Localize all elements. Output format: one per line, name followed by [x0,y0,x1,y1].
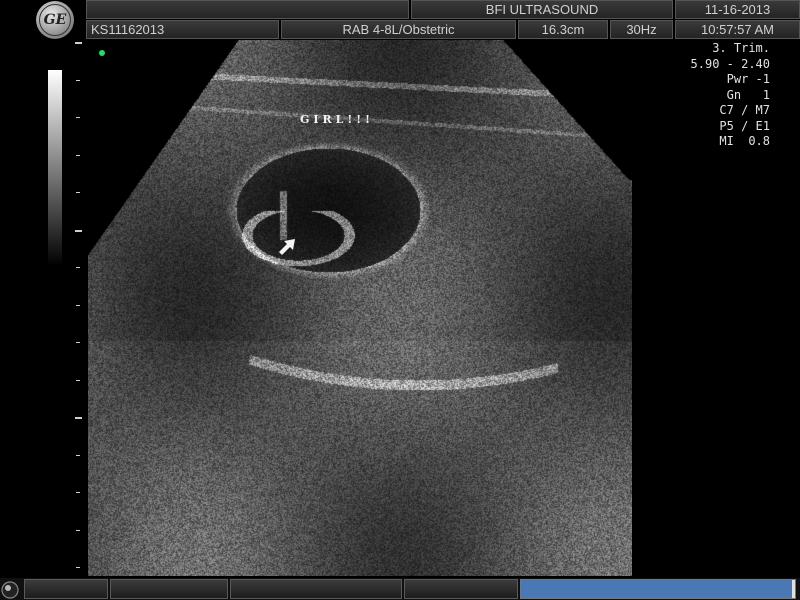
depth-tick [76,267,80,268]
probe-preset: RAB 4-8L/Obstetric [281,20,516,39]
depth-tick [76,454,80,456]
softkey-3[interactable] [230,579,402,599]
scan-parameters: 3. Trim. 5.90 - 2.40 Pwr -1 Gn 1 C7 / M7… [691,41,770,150]
depth-tick [75,229,82,232]
depth-readout: 16.3cm [518,20,608,39]
param-gain: Gn 1 [726,87,770,102]
ge-logo-icon: GE [36,1,74,39]
softkey-4[interactable] [404,579,518,599]
annotation-text[interactable]: GIRL!!! [300,113,374,126]
depth-tick [76,379,80,381]
exam-time: 10:57:57 AM [675,20,800,39]
depth-tick [76,567,80,568]
depth-tick [76,304,80,306]
depth-tick [76,79,80,81]
progress-fill [521,580,793,598]
depth-tick [76,117,80,118]
depth-tick [76,154,80,156]
arrow-pointer-icon[interactable] [278,238,296,256]
depth-tick [76,342,80,343]
probe-orientation-indicator [99,50,105,56]
depth-tick [75,417,82,419]
depth-tick [76,492,80,493]
softkey-2[interactable] [110,579,228,599]
progress-bar [520,579,796,599]
patient-id: KS11162013 [86,20,279,39]
header-blank-cell [86,0,409,19]
param-map: C7 / M7 [719,103,770,117]
softkey-1[interactable] [24,579,108,599]
depth-tick [76,192,80,193]
logo-text: GE [39,4,71,36]
depth-tick [75,42,82,44]
grayscale-bar [48,70,62,266]
param-frequency: 5.90 - 2.40 [690,56,770,71]
depth-tick [76,529,80,531]
exam-date: 11-16-2013 [675,0,800,19]
param-persistence: P5 / E1 [719,118,770,133]
frame-rate: 30Hz [610,20,673,39]
header: GE BFI ULTRASOUND 11-16-2013 KS11162013 … [0,0,800,40]
param-mechanical-index: MI 0.8 [719,134,770,148]
param-power: Pwr -1 [726,72,770,86]
param-trimester: 3. Trim. [712,41,770,55]
facility-title: BFI ULTRASOUND [411,0,673,19]
trackball-icon [1,581,19,599]
